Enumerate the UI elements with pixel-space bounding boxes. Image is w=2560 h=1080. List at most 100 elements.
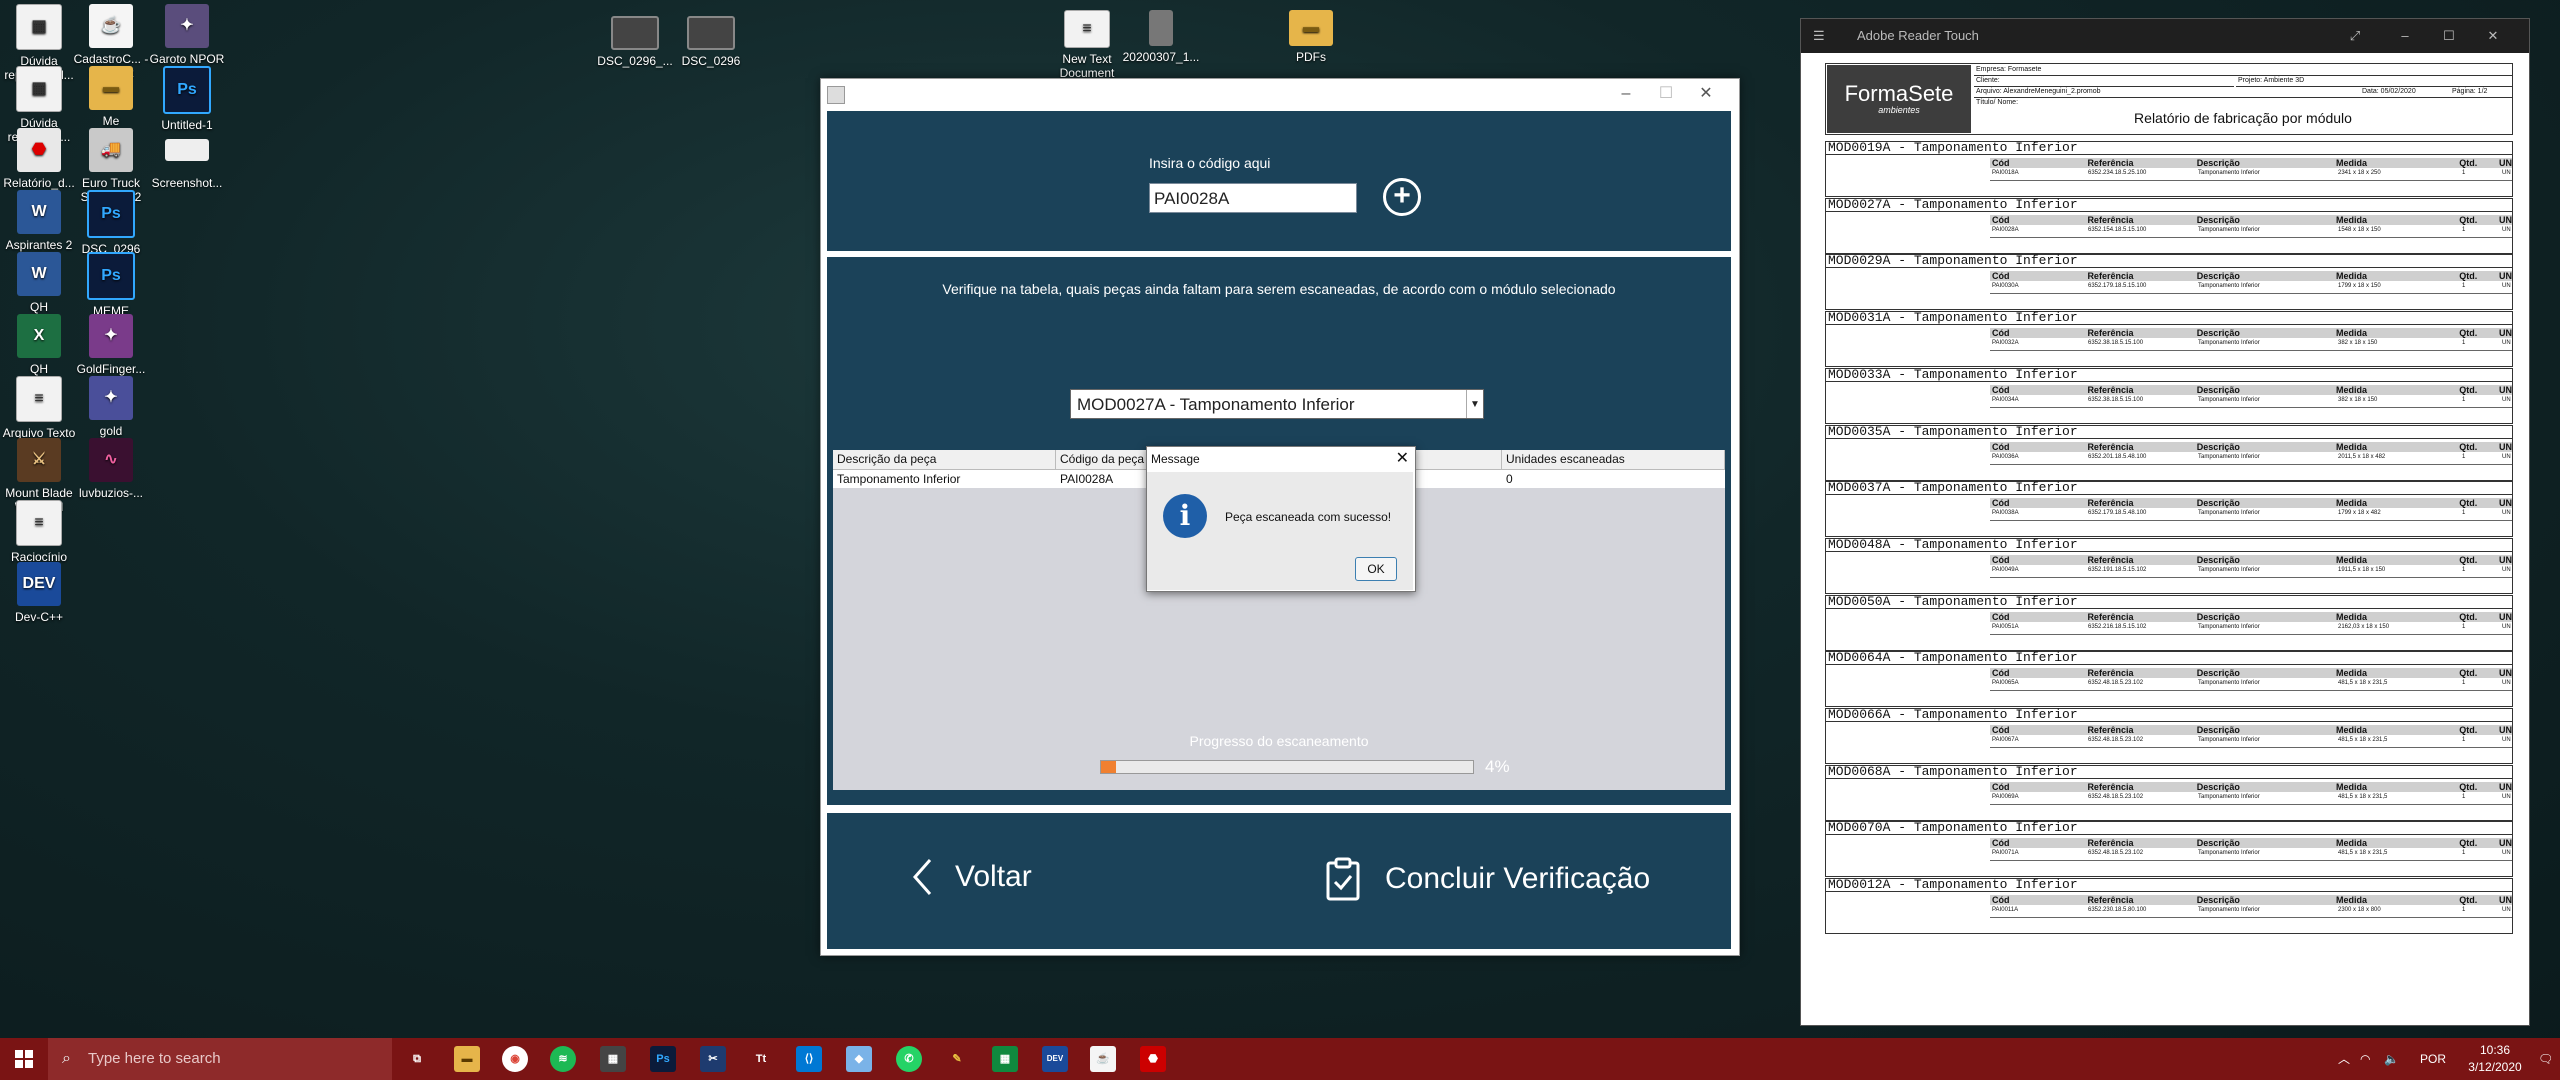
3d-viewer-icon[interactable]: ◆: [846, 1046, 872, 1072]
close-button[interactable]: ✕: [1686, 83, 1726, 105]
desktop-icon-arquivo-texto[interactable]: ≡ Arquivo Texto: [0, 376, 78, 440]
desktop-icon-me[interactable]: ▬ Me: [72, 66, 150, 128]
tray-chevron-icon[interactable]: ︿: [2338, 1038, 2350, 1080]
reader-minimize-button[interactable]: –: [2387, 19, 2423, 53]
column-header[interactable]: Descrição da peça: [833, 450, 1056, 469]
calculator-icon[interactable]: ▦: [600, 1046, 626, 1072]
column-header: Referência: [2087, 668, 2134, 679]
report-header: FormaSete ambientes Empresa: Formasete Cl…: [1825, 63, 2513, 135]
column-header: Medida: [2335, 554, 2367, 565]
desktop-icon-screenshot[interactable]: Screenshot...: [148, 128, 226, 190]
cell-medida: 1911,5 x 18 x 150: [2338, 566, 2386, 573]
cell-medida: 2011,5 x 18 x 482: [2338, 453, 2386, 460]
column-header: Medida: [2335, 668, 2367, 679]
paint-icon[interactable]: ✎: [944, 1046, 970, 1072]
devcpp-icon: DEV: [17, 562, 61, 606]
clipboard-check-icon: [1326, 857, 1360, 901]
desktop-icon-untitled[interactable]: Ps Untitled-1: [148, 66, 226, 132]
cell-ref: 6352.230.18.5.80.100: [2088, 907, 2147, 914]
devcpp-taskbar-icon[interactable]: DEV: [1042, 1046, 1068, 1072]
spotify-icon[interactable]: ≋: [550, 1046, 576, 1072]
dropdown-arrow-icon[interactable]: ▼: [1466, 390, 1483, 418]
taskbar-search[interactable]: ⌕ Type here to search: [48, 1038, 392, 1080]
divider: [1990, 293, 2512, 295]
cell-ref: 6352.38.18.5.15.100: [2088, 340, 2144, 347]
cell-desc: Tamponamento Inferior: [2198, 737, 2260, 743]
desktop-icon-new-text[interactable]: ≡ New Text Document: [1048, 10, 1126, 80]
cell-qtd: 1: [2462, 283, 2466, 290]
chrome-icon[interactable]: ◉: [502, 1046, 528, 1072]
column-header: UN: [2499, 895, 2512, 906]
maximize-button[interactable]: ☐: [1646, 83, 1686, 105]
column-header: Medida: [2335, 498, 2367, 509]
file-explorer-icon[interactable]: ▬: [454, 1046, 480, 1072]
desktop-icon-dsc-video-1[interactable]: DSC_0296_...: [596, 16, 674, 68]
desktop-icon-relatorio[interactable]: ⬣ Relatório_d...: [0, 128, 78, 190]
desktop-icon-devcpp[interactable]: DEV Dev-C++: [0, 562, 78, 624]
fullscreen-icon[interactable]: ⤢: [2337, 19, 2373, 53]
hamburger-menu-icon[interactable]: ☰: [1813, 19, 1825, 53]
sheets-icon[interactable]: ▦: [992, 1046, 1018, 1072]
cell-cod: PAI0049A: [1992, 566, 2019, 573]
snipping-tool-icon[interactable]: ✂: [700, 1046, 726, 1072]
column-header: Qtd.: [2459, 668, 2478, 679]
module-row: PAI0071A 6352.48.18.5.23.102 Tamponamento …: [1990, 849, 2512, 857]
cell-ref: 6352.154.18.5.15.100: [2088, 226, 2147, 233]
column-header: UN: [2499, 838, 2512, 849]
reader-maximize-button[interactable]: ☐: [2431, 19, 2467, 53]
module-title: MOD0035A - Tamponamento Inferior: [1826, 425, 2512, 439]
desktop-icon-meme[interactable]: Ps MEME: [72, 252, 150, 318]
desktop-icon-qh-word[interactable]: W QH: [0, 252, 78, 314]
desktop-icon-luvbuzios[interactable]: ∿ luvbuzios-...: [72, 438, 150, 500]
acrobat-icon[interactable]: ⬣: [1140, 1046, 1166, 1072]
column-header: Medida: [2335, 611, 2367, 622]
desktop-icon-garoto-npor[interactable]: ✦ Garoto NPOR: [148, 4, 226, 66]
desktop-icon-dsc-video-2[interactable]: DSC_0296: [672, 16, 750, 68]
clock[interactable]: 10:36 3/12/2020: [2440, 1042, 2550, 1076]
reader-close-button[interactable]: ✕: [2475, 19, 2511, 53]
whatsapp-icon[interactable]: ✆: [896, 1046, 922, 1072]
back-label: Voltar: [955, 860, 1032, 893]
photoshop-icon[interactable]: Ps: [650, 1046, 676, 1072]
cell-medida: 1799 x 18 x 150: [2338, 283, 2381, 290]
module-block: MOD0070A - Tamponamento Inferior Cód Refer…: [1825, 821, 2513, 878]
network-icon[interactable]: ◠: [2360, 1038, 2370, 1080]
desktop-icon-raciocinio[interactable]: ≡ Raciocínio: [0, 500, 78, 564]
desktop-icon-goldfinger[interactable]: ✦ GoldFinger...: [72, 314, 150, 376]
ok-button[interactable]: OK: [1355, 557, 1397, 581]
cell-ref: 6352.234.18.5.25.100: [2088, 170, 2147, 176]
desktop-icon-dsc-psd[interactable]: Ps DSC_0296: [72, 190, 150, 256]
minimize-button[interactable]: –: [1606, 83, 1646, 105]
start-button[interactable]: [0, 1038, 48, 1080]
desktop-icon-gold[interactable]: ✦ gold: [72, 376, 150, 438]
back-button[interactable]: Voltar: [911, 857, 1032, 897]
notifications-icon[interactable]: 🗨: [2538, 1038, 2553, 1080]
column-header: Descrição: [2196, 668, 2240, 679]
desktop-icon-aspirantes[interactable]: W Aspirantes 2: [0, 190, 78, 252]
module-block: MOD0048A - Tamponamento Inferior Cód Refer…: [1825, 537, 2513, 594]
scan-progress-bar: [1100, 760, 1474, 774]
divider: [1990, 463, 2512, 465]
code-input[interactable]: PAI0028A: [1149, 183, 1357, 213]
module-select[interactable]: MOD0027A - Tamponamento Inferior ▼: [1070, 389, 1484, 419]
desktop-icon-qh-excel[interactable]: X QH: [0, 314, 78, 376]
cell-desc: Tamponamento Inferior: [2198, 850, 2260, 857]
vscode-icon[interactable]: ⟨⟩: [796, 1046, 822, 1072]
image-file-icon: ✦: [89, 314, 133, 358]
cell-qtd: 1: [2462, 680, 2466, 687]
finish-verification-button[interactable]: Concluir Verificação: [1325, 857, 1650, 901]
desktop-icon-20200307[interactable]: 20200307_1...: [1122, 10, 1200, 64]
volume-icon[interactable]: 🔈: [2384, 1038, 2399, 1080]
cell-medida: 2162,03 x 18 x 150: [2338, 623, 2390, 630]
task-view-icon[interactable]: ⧉: [404, 1046, 430, 1072]
column-header: Cód: [1992, 498, 2010, 509]
desktop-icon-pdfs[interactable]: ▬ PDFs: [1272, 10, 1350, 64]
typography-app-icon[interactable]: Tt: [748, 1046, 774, 1072]
module-row: PAI0051A 6352.216.18.5.15.102 Tamponamento…: [1990, 623, 2512, 631]
dialog-message: Peça escaneada com sucesso!: [1225, 510, 1392, 524]
column-header[interactable]: Unidades escaneadas: [1502, 450, 1725, 469]
divider: [1990, 747, 2512, 748]
add-code-button[interactable]: +: [1383, 178, 1421, 216]
java-taskbar-icon[interactable]: ☕: [1090, 1046, 1116, 1072]
dialog-close-icon[interactable]: ✕: [1396, 447, 1409, 471]
